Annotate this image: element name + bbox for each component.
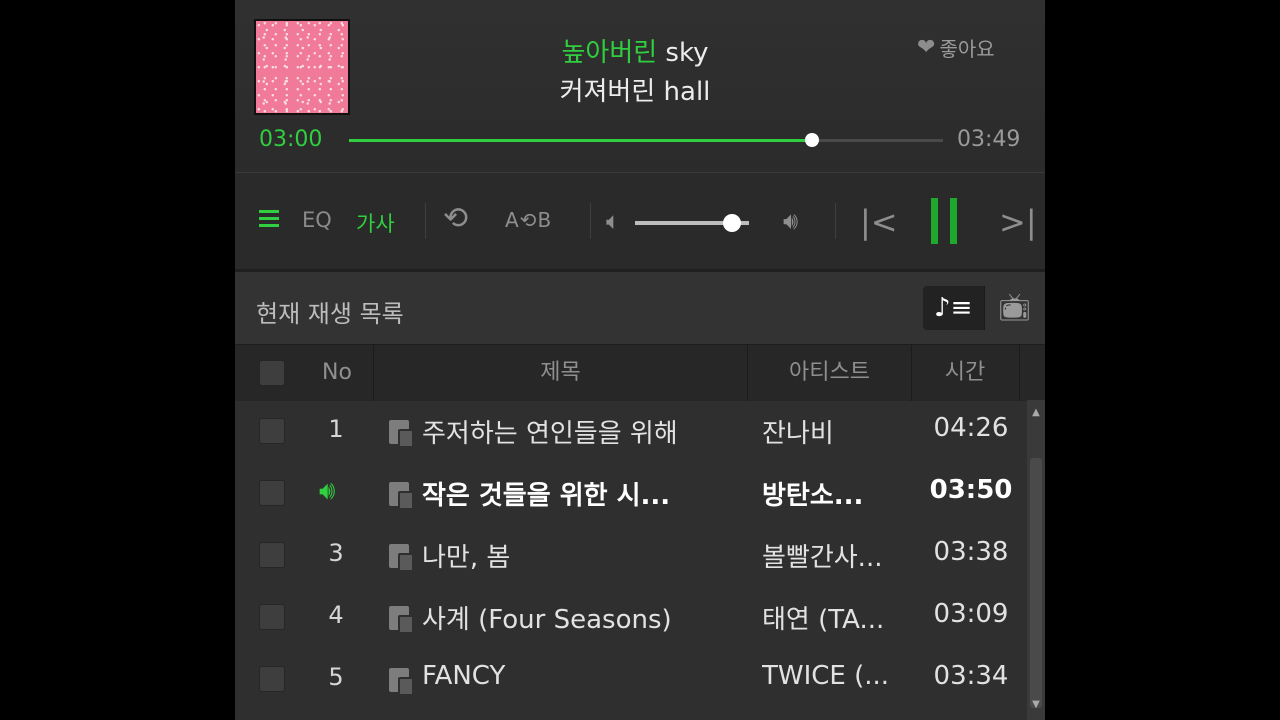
- heart-icon: ❤: [917, 35, 936, 60]
- eq-button[interactable]: EQ: [302, 208, 332, 232]
- now-playing-speaker-icon: 🔊︎: [319, 476, 336, 506]
- control-bar: EQ 가사 ⟲ A⟲B 🔈︎ 🔊︎ |< >|: [235, 172, 1045, 273]
- like-label: 좋아요: [939, 37, 995, 61]
- row-checkbox[interactable]: [259, 666, 285, 692]
- row-duration: 04:26: [933, 413, 1009, 443]
- row-duration: 03:09: [933, 599, 1009, 629]
- row-title: 나만, 봄: [422, 543, 511, 573]
- row-artist: 볼빨간사...: [762, 543, 883, 573]
- select-all-checkbox[interactable]: [259, 360, 285, 386]
- list-item-playing[interactable]: 🔊︎ 작은 것들을 위한 시... 방탄소... 03:50: [235, 462, 1025, 524]
- now-playing-panel: 높아버린 sky 커져버린 hall ❤ 좋아요 03:00 03:49: [235, 0, 1045, 172]
- lyric-line-current: 높아버린 sky: [435, 32, 835, 69]
- repeat-icon[interactable]: ⟲: [443, 201, 468, 236]
- lyric-highlight: 높아버린: [561, 38, 658, 68]
- file-icon: [389, 544, 414, 572]
- row-number: 1: [328, 415, 344, 443]
- row-artist: TWICE (...: [762, 661, 890, 691]
- progress-bar[interactable]: [349, 133, 943, 147]
- row-duration: 03:38: [933, 537, 1009, 567]
- row-number: 3: [328, 539, 344, 567]
- list-item[interactable]: 1 주저하는 연인들을 위해 잔나비 04:26: [235, 400, 1025, 462]
- music-list-icon[interactable]: ♪≡: [923, 286, 984, 330]
- pause-icon[interactable]: [927, 198, 961, 244]
- column-time[interactable]: 시간: [912, 345, 1018, 401]
- list-item[interactable]: 5 FANCY TWICE (... 03:34: [235, 648, 1025, 710]
- row-checkbox[interactable]: [259, 480, 285, 506]
- lyric-rest: sky: [657, 38, 709, 68]
- playlist-icon[interactable]: [259, 210, 279, 228]
- row-checkbox[interactable]: [259, 604, 285, 630]
- column-artist[interactable]: 아티스트: [748, 345, 911, 401]
- progress-handle[interactable]: [805, 133, 820, 147]
- list-item[interactable]: 3 나만, 봄 볼빨간사... 03:38: [235, 524, 1025, 586]
- playlist-scrollbar[interactable]: ▲ ▼: [1027, 400, 1045, 720]
- volume-max-icon[interactable]: 🔊︎: [783, 207, 798, 235]
- row-number: 5: [328, 663, 344, 691]
- lyric-line-next: 커져버린 hall: [559, 77, 711, 107]
- divider: [835, 203, 836, 239]
- video-icon[interactable]: 📺︎: [983, 286, 1045, 330]
- total-time: 03:49: [957, 127, 1021, 152]
- playlist-title: 현재 재생 목록: [256, 300, 404, 328]
- progress-fill: [349, 139, 813, 142]
- row-artist: 잔나비: [762, 419, 834, 449]
- like-button[interactable]: ❤ 좋아요: [917, 33, 995, 62]
- scroll-up-icon[interactable]: ▲: [1027, 404, 1045, 422]
- next-icon[interactable]: >|: [999, 203, 1037, 241]
- column-divider: [1019, 345, 1020, 401]
- music-player-window: 높아버린 sky 커져버린 hall ❤ 좋아요 03:00 03:49 EQ …: [235, 0, 1045, 720]
- volume-slider[interactable]: [635, 214, 749, 232]
- row-number: 4: [328, 601, 344, 629]
- album-art[interactable]: [254, 19, 350, 115]
- scrollbar-thumb[interactable]: [1030, 458, 1042, 708]
- file-icon: [389, 668, 414, 696]
- current-time: 03:00: [259, 127, 323, 152]
- file-icon: [389, 606, 414, 634]
- column-no[interactable]: No: [295, 345, 379, 401]
- row-checkbox[interactable]: [259, 542, 285, 568]
- divider: [425, 203, 426, 239]
- row-artist: 태연 (TA...: [762, 605, 885, 635]
- volume-handle[interactable]: [722, 214, 741, 232]
- row-duration: 03:34: [933, 661, 1009, 691]
- column-title[interactable]: 제목: [374, 345, 747, 401]
- row-title: 사계 (Four Seasons): [422, 605, 672, 635]
- row-checkbox[interactable]: [259, 418, 285, 444]
- list-item[interactable]: 4 사계 (Four Seasons) 태연 (TA... 03:09: [235, 586, 1025, 648]
- previous-icon[interactable]: |<: [860, 203, 898, 241]
- view-toggle: ♪≡ 📺︎: [923, 286, 1045, 330]
- row-duration: 03:50: [929, 475, 1013, 505]
- row-title: 주저하는 연인들을 위해: [422, 419, 678, 449]
- file-icon: [389, 420, 414, 448]
- row-title: 작은 것들을 위한 시...: [422, 481, 671, 511]
- volume-mute-icon[interactable]: 🔈︎: [606, 207, 620, 235]
- file-icon: [389, 482, 414, 510]
- lyrics-button[interactable]: 가사: [356, 208, 395, 238]
- playlist-header: 현재 재생 목록 ♪≡ 📺︎: [235, 272, 1045, 344]
- divider: [590, 203, 591, 239]
- ab-repeat-button[interactable]: A⟲B: [505, 208, 552, 232]
- scroll-down-icon[interactable]: ▼: [1027, 696, 1045, 714]
- row-artist: 방탄소...: [762, 481, 864, 511]
- row-title: FANCY: [422, 661, 506, 691]
- playlist-column-header: No 제목 아티스트 시간: [235, 344, 1045, 401]
